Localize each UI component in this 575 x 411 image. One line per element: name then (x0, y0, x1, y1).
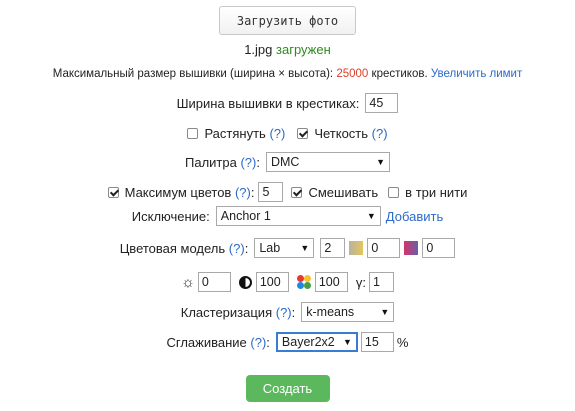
percent-sign: % (396, 334, 409, 350)
brightness-input[interactable]: 0 (197, 272, 231, 292)
clustering-help-link[interactable]: (?) (276, 305, 292, 320)
three-threads-label: в три нити (405, 184, 468, 200)
sharpness-help-link[interactable]: (?) (372, 126, 388, 141)
exclusion-select[interactable]: Anchor 1 ▼ (215, 206, 381, 226)
stretch-help-link[interactable]: (?) (269, 126, 285, 141)
exclusion-row: Исключение: Anchor 1 ▼ Добавить (0, 205, 575, 227)
stretch-label: Растянуть (204, 125, 266, 141)
saturation-input[interactable]: 100 (314, 272, 348, 292)
create-button[interactable]: Создать (245, 375, 330, 402)
clustering-row: Кластеризация (?): k-means ▼ (0, 301, 575, 323)
saturation-icon (296, 275, 311, 289)
chevron-down-icon: ▼ (366, 211, 376, 221)
file-status-text: загружен (276, 41, 331, 57)
mix-checkbox[interactable] (291, 186, 303, 198)
smoothing-label: Сглаживание (166, 334, 247, 350)
max-colors-input[interactable]: 5 (258, 182, 284, 202)
colors-row: Максимум цветов (?): 5 Смешивать в три н… (0, 181, 575, 203)
color-model-select[interactable]: Lab ▼ (254, 238, 315, 258)
add-exclusion-link[interactable]: Добавить (386, 209, 443, 224)
stretch-checkbox[interactable] (187, 127, 199, 139)
limit-value: 25000 (336, 68, 369, 80)
chevron-down-icon: ▼ (376, 157, 385, 167)
chevron-down-icon: ▼ (380, 307, 390, 317)
sharpness-label: Четкость (314, 125, 369, 141)
limit-prefix: Максимальный размер вышивки (ширина × вы… (52, 68, 334, 80)
width-label: Ширина вышивки в крестиках: (176, 95, 360, 111)
clustering-label: Кластеризация (180, 304, 273, 320)
width-input[interactable]: 45 (365, 93, 399, 113)
max-colors-label: Максимум цветов (124, 184, 232, 200)
brightness-icon: ☼ (181, 273, 195, 291)
gamma-label: γ: (355, 274, 366, 290)
color-gradient-icon (404, 241, 419, 255)
color-gradient-icon (349, 241, 364, 255)
smoothing-help-link[interactable]: (?) (250, 335, 266, 350)
color-model-help-link[interactable]: (?) (229, 241, 245, 256)
color-model-row: Цветовая модель (?): Lab ▼ 2 0 0 (0, 237, 575, 259)
color-param1-input[interactable]: 0 (367, 238, 401, 258)
chevron-down-icon: ▼ (343, 337, 352, 347)
upload-photo-button[interactable]: Загрузить фото (219, 6, 356, 35)
color-model-label: Цветовая модель (119, 240, 226, 256)
max-colors-help-link[interactable]: (?) (235, 185, 251, 200)
exclusion-label: Исключение: (131, 208, 210, 224)
smoothing-row: Сглаживание (?): Bayer2x2 ▼ 15 % (0, 331, 575, 353)
contrast-input[interactable]: 100 (255, 272, 289, 292)
palette-row: Палитра (?): DMC ▼ (0, 151, 575, 173)
width-row: Ширина вышивки в крестиках: 45 (0, 92, 575, 114)
file-status: 1.jpg загружен (0, 39, 575, 59)
color-param2-input[interactable]: 0 (422, 238, 456, 258)
three-threads-checkbox[interactable] (388, 186, 400, 198)
clustering-select[interactable]: k-means ▼ (301, 302, 395, 322)
limit-info: Максимальный размер вышивки (ширина × вы… (0, 65, 575, 83)
sharpness-checkbox[interactable] (297, 127, 309, 139)
palette-help-link[interactable]: (?) (240, 155, 256, 170)
contrast-icon (238, 275, 252, 289)
mix-label: Смешивать (308, 184, 379, 200)
chevron-down-icon: ▼ (300, 243, 310, 253)
increase-limit-link[interactable]: Увеличить лимит (431, 68, 522, 80)
gamma-input[interactable]: 1 (368, 272, 394, 292)
limit-unit: крестиков. (371, 68, 428, 80)
color-model-n-input[interactable]: 2 (320, 238, 346, 258)
max-colors-checkbox[interactable] (107, 186, 119, 198)
smoothing-select[interactable]: Bayer2x2 ▼ (275, 332, 358, 352)
image-options-row: Растянуть (?) Четкость (?) (0, 123, 575, 143)
file-name: 1.jpg (244, 41, 273, 57)
adjustments-row: ☼ 0 100 100 γ: 1 (0, 271, 575, 293)
palette-select[interactable]: DMC ▼ (265, 152, 390, 172)
smoothing-percent-input[interactable]: 15 (360, 332, 394, 352)
palette-label: Палитра (185, 154, 237, 170)
